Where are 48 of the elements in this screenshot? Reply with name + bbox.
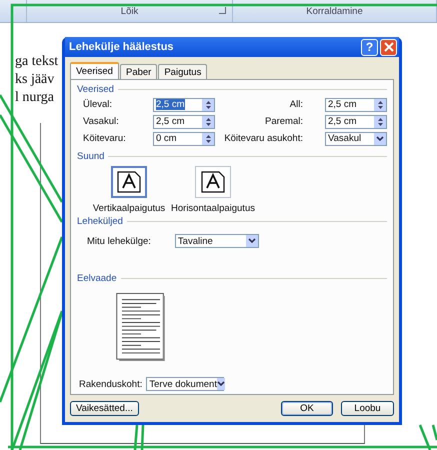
dialog-launcher-icon[interactable] [219,7,226,14]
orientation-label: Horisontaalpaigutus [171,202,255,214]
tab[interactable]: Paber [120,64,158,79]
dropdown-field[interactable]: Tavaline [174,234,259,248]
dialog-button[interactable]: Loobu [341,401,394,416]
section-heading: Suund [77,151,104,162]
ribbon-group-label: Korraldamine [306,6,363,16]
field-label: Rakenduskoht: [79,378,142,390]
document-text: ga tekst [15,53,58,71]
field-label: Üleval: [83,99,114,110]
orientation-label: Vertikaalpaigutus [92,202,166,214]
field-label: Vasakul: [83,116,120,128]
help-button[interactable]: ? [361,38,378,56]
section-heading: Leheküljed [77,216,123,228]
orientation-button[interactable] [111,166,147,198]
input-field[interactable]: 0 cm [153,132,215,146]
page-icon [116,170,142,194]
input-field[interactable]: Vasakul [325,132,387,146]
orientation-button[interactable] [195,166,231,198]
spinner-icon[interactable] [202,132,214,145]
document-text: ks jääv [15,71,54,89]
field-label: Paremal: [264,116,303,128]
page-icon [200,170,226,194]
input-field[interactable]: 2,5 cm [325,114,387,129]
spinner-icon[interactable] [202,116,214,128]
document-text: l nurga [15,89,54,107]
tab[interactable]: Veerised [70,62,119,79]
close-icon [384,42,394,52]
section-heading: Eelvaade [77,272,117,284]
dialog-button[interactable]: Vaikesätted... [70,401,139,416]
dropdown-field[interactable]: Terve dokument [146,377,224,392]
input-field[interactable]: 2,5 cm [325,98,387,112]
input-field[interactable]: 2,5 cm [153,98,215,112]
spinner-icon[interactable] [374,98,386,111]
dialog-button[interactable]: OK [281,401,333,416]
input-field[interactable]: 2,5 cm [153,114,215,129]
tab[interactable]: Paigutus [158,64,208,79]
field-label: Köitevaru: [83,133,127,144]
section-heading: Veerised [77,84,114,95]
ribbon-group-label: Lõik [120,6,138,16]
window-title: Lehekülje häälestus [69,41,175,53]
field-label: Mitu lehekülge: [87,236,151,247]
close-button[interactable] [380,38,397,56]
spinner-icon[interactable] [202,98,214,111]
spinner-icon[interactable] [374,116,386,128]
page-preview-drawing [115,292,167,362]
field-label: All: [290,99,303,110]
field-label: Köitevaru asukoht: [224,133,303,144]
